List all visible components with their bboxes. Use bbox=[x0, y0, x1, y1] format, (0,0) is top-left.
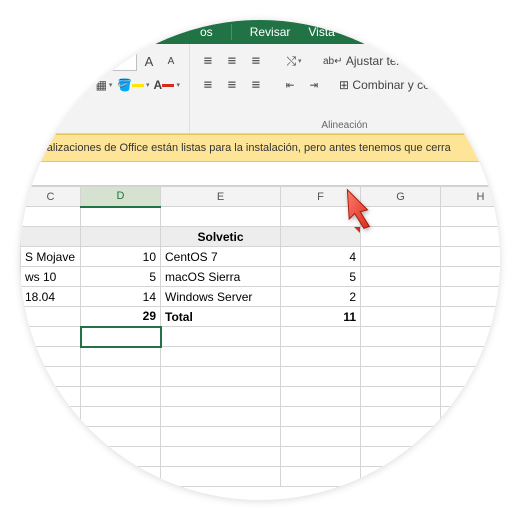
italic-button[interactable]: K bbox=[50, 74, 70, 96]
font-group-label bbox=[28, 129, 181, 133]
fill-color-button[interactable]: 🪣▾ bbox=[116, 74, 150, 96]
tab-datos[interactable]: os bbox=[200, 25, 213, 39]
wrap-text-button[interactable]: ab↵ Ajustar texto bbox=[322, 50, 414, 72]
col-header-d[interactable]: D bbox=[81, 187, 161, 207]
total-label[interactable]: Total bbox=[161, 307, 281, 327]
merge-center-button[interactable]: ⊞ Combinar y centrar ▾ bbox=[338, 74, 461, 96]
cell[interactable]: 10 bbox=[81, 247, 161, 267]
cell[interactable]: Windows Server bbox=[161, 287, 281, 307]
wrap-icon: ab↵ bbox=[323, 56, 343, 67]
font-group: A A N K S▾ ▦▾ 🪣▾ A▾ bbox=[20, 44, 190, 133]
font-name-box[interactable] bbox=[28, 51, 110, 71]
tab-revisar[interactable]: Revisar bbox=[250, 25, 291, 39]
col-header-e[interactable]: E bbox=[161, 187, 281, 207]
annotation-arrow-icon bbox=[340, 186, 386, 232]
cell[interactable]: S Mojave bbox=[21, 247, 81, 267]
spreadsheet-grid[interactable]: C D E F G H Solvetic S Mojave 1 bbox=[20, 186, 500, 487]
cell[interactable]: 5 bbox=[81, 267, 161, 287]
align-middle-icon[interactable]: ≡ bbox=[222, 50, 242, 72]
tab-vista[interactable]: Vista bbox=[308, 25, 334, 39]
viewport-circle: os Revisar Vista A A N K S▾ bbox=[20, 20, 500, 500]
table-row: S Mojave 10 CentOS 7 4 bbox=[21, 247, 501, 267]
increase-indent-icon[interactable]: ⇥ bbox=[304, 74, 324, 96]
ribbon-tabs: os Revisar Vista bbox=[20, 20, 500, 44]
underline-button[interactable]: S▾ bbox=[72, 74, 92, 96]
font-size-box[interactable] bbox=[112, 51, 137, 71]
update-message-bar: actualizaciones de Office están listas p… bbox=[20, 134, 500, 162]
orientation-button[interactable]: ⤭▾ bbox=[284, 50, 304, 72]
border-button[interactable]: ▦▾ bbox=[94, 74, 114, 96]
bold-button[interactable]: N bbox=[28, 74, 48, 96]
totals-row: 29 Total 11 bbox=[21, 307, 501, 327]
font-color-button[interactable]: A▾ bbox=[152, 74, 181, 96]
total-d[interactable]: 29 bbox=[81, 307, 161, 327]
col-header-c[interactable]: C bbox=[21, 187, 81, 207]
section-title: Solvetic bbox=[161, 227, 281, 247]
cell[interactable]: CentOS 7 bbox=[161, 247, 281, 267]
alignment-group-label: Alineación bbox=[198, 118, 491, 133]
cell[interactable]: 4 bbox=[281, 247, 361, 267]
table-row: 18.04 14 Windows Server 2 bbox=[21, 287, 501, 307]
decrease-indent-icon[interactable]: ⇤ bbox=[280, 74, 300, 96]
decrease-font-icon[interactable]: A bbox=[161, 50, 181, 72]
merge-center-label: Combinar y centrar bbox=[352, 78, 454, 92]
total-f[interactable]: 11 bbox=[281, 307, 361, 327]
update-message-text: actualizaciones de Office están listas p… bbox=[26, 142, 451, 154]
cell[interactable]: macOS Sierra bbox=[161, 267, 281, 287]
align-right-icon[interactable]: ≡ bbox=[246, 74, 266, 96]
merge-icon: ⊞ bbox=[339, 78, 349, 92]
align-center-icon[interactable]: ≡ bbox=[222, 74, 242, 96]
alignment-group: ≡ ≡ ≡ ⤭▾ ab↵ Ajustar texto ≡ ≡ bbox=[190, 44, 500, 133]
cell[interactable]: 5 bbox=[281, 267, 361, 287]
align-bottom-icon[interactable]: ≡ bbox=[246, 50, 266, 72]
cell[interactable]: ws 10 bbox=[21, 267, 81, 287]
title-row: Solvetic bbox=[21, 227, 501, 247]
ribbon: A A N K S▾ ▦▾ 🪣▾ A▾ bbox=[20, 44, 500, 134]
formula-bar[interactable] bbox=[20, 162, 500, 186]
align-top-icon[interactable]: ≡ bbox=[198, 50, 218, 72]
cell[interactable]: 2 bbox=[281, 287, 361, 307]
col-header-h[interactable]: H bbox=[441, 187, 501, 207]
increase-font-icon[interactable]: A bbox=[139, 50, 159, 72]
wrap-text-label: Ajustar texto bbox=[346, 54, 413, 68]
table-row: ws 10 5 macOS Sierra 5 bbox=[21, 267, 501, 287]
align-left-icon[interactable]: ≡ bbox=[198, 74, 218, 96]
cell[interactable]: 18.04 bbox=[21, 287, 81, 307]
active-cell[interactable] bbox=[81, 327, 161, 347]
column-headers: C D E F G H bbox=[21, 187, 501, 207]
cell[interactable]: 14 bbox=[81, 287, 161, 307]
